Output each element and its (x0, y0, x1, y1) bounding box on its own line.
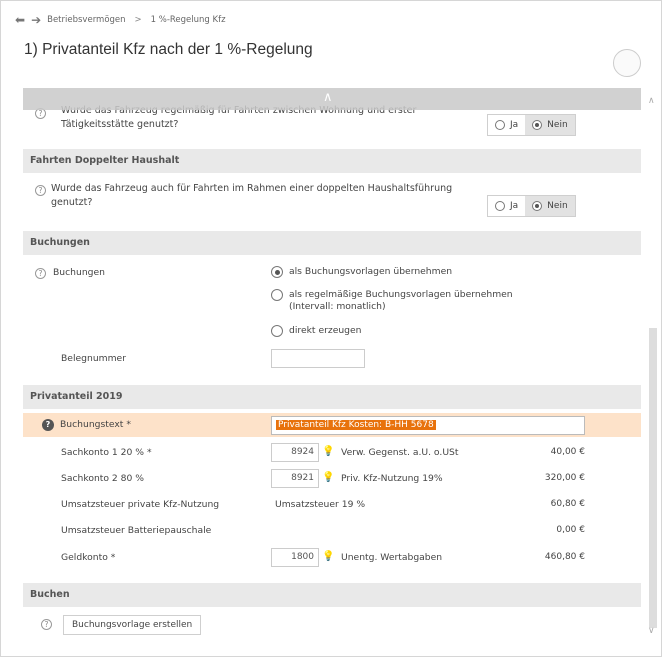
geldkonto-input[interactable]: 1800 (271, 548, 319, 567)
scroll-down-icon[interactable]: ∨ (648, 626, 655, 636)
ust-kfz-amount: 60,80 € (550, 499, 585, 509)
radio-label: Ja (510, 201, 519, 211)
radio-nein[interactable]: Nein (525, 115, 575, 135)
form-content: ? Wurde das Fahrzeug regelmäßig für Fahr… (23, 88, 641, 640)
breadcrumb-separator: > (134, 15, 142, 25)
sachkonto2-input[interactable]: 8921 (271, 469, 319, 488)
question-haushalt: Wurde das Fahrzeug auch für Fahrten im R… (51, 182, 452, 210)
sachkonto1-input[interactable]: 8924 (271, 443, 319, 462)
radio-circle-icon (495, 201, 505, 211)
help-icon[interactable]: ? (35, 185, 46, 196)
buchungsvorlage-erstellen-button[interactable]: Buchungsvorlage erstellen (63, 615, 202, 635)
geldkonto-amount: 460,80 € (544, 552, 585, 562)
radio-label: Ja (510, 120, 519, 130)
geldkonto-desc: Unentg. Wertabgaben (341, 552, 443, 563)
option-label: als Buchungsvorlagen übernehmen (289, 266, 453, 277)
radio-checked-icon (532, 120, 543, 130)
scrollbar-thumb[interactable] (649, 328, 657, 628)
breadcrumb-item-regelung: 1 %-Regelung Kfz (150, 15, 226, 25)
help-icon[interactable]: ? (41, 619, 52, 630)
radio-circle-icon (495, 120, 505, 130)
ust-batterie-label: Umsatzsteuer Batteriepauschale (61, 525, 212, 536)
sachkonto1-label: Sachkonto 1 20 % * (61, 447, 152, 458)
question-line: genutzt? (51, 197, 93, 208)
radio-label: Nein (547, 201, 568, 211)
question-line: Wurde das Fahrzeug auch für Fahrten im R… (51, 183, 453, 194)
section-header-haushalt: Fahrten Doppelter Haushalt (23, 149, 641, 173)
option-buchungsvorlagen[interactable]: als Buchungsvorlagen übernehmen (271, 266, 452, 278)
selected-text: Privatanteil Kfz Kosten: B-HH 5678 (276, 420, 436, 430)
breadcrumb-item-betriebsvermoegen[interactable]: Betriebsvermögen (47, 15, 125, 25)
sachkonto2-desc: Priv. Kfz-Nutzung 19% (341, 473, 443, 484)
radio-checked-icon (532, 201, 543, 211)
question-line: Tätigkeitsstätte genutzt? (61, 119, 179, 130)
back-arrow-icon[interactable]: ⬅ (15, 13, 25, 27)
breadcrumb: ⬅ ➔ Betriebsvermögen > 1 %-Regelung Kfz (15, 12, 226, 28)
section-header-buchungen: Buchungen (23, 231, 641, 255)
radio-group-haushalt: Ja Nein (487, 195, 576, 217)
scroll-up-icon[interactable]: ∧ (648, 96, 655, 106)
window-frame: ⬅ ➔ Betriebsvermögen > 1 %-Regelung Kfz … (0, 0, 662, 657)
ust-kfz-label: Umsatzsteuer private Kfz-Nutzung (61, 499, 220, 510)
collapse-bar[interactable]: ∧ (23, 88, 641, 110)
radio-circle-icon (271, 289, 283, 301)
radio-label: Nein (547, 120, 568, 130)
sachkonto2-amount: 320,00 € (544, 473, 585, 483)
belegnummer-label: Belegnummer (61, 353, 126, 364)
option-regelmaessige-buchungsvorlagen[interactable]: als regelmäßige Buchungsvorlagen überneh… (271, 289, 513, 313)
radio-nein[interactable]: Nein (525, 196, 575, 216)
geldkonto-label: Geldkonto * (61, 552, 116, 563)
radio-ja[interactable]: Ja (488, 115, 525, 135)
sachkonto2-label: Sachkonto 2 80 % (61, 473, 145, 484)
lookup-icon[interactable]: 💡 (322, 551, 334, 565)
help-icon[interactable]: ? (35, 268, 46, 279)
option-label: als regelmäßige Buchungsvorlagen überneh… (289, 289, 513, 300)
radio-checked-icon (271, 266, 283, 278)
buchungstext-label: Buchungstext * (60, 419, 131, 430)
buchungstext-input[interactable]: Privatanteil Kfz Kosten: B-HH 5678 (271, 416, 585, 435)
page-title: 1) Privatanteil Kfz nach der 1 %-Regelun… (24, 41, 313, 58)
ust-kfz-desc: Umsatzsteuer 19 % (275, 499, 366, 510)
sachkonto1-desc: Verw. Gegenst. a.U. o.USt (341, 447, 459, 458)
option-label: direkt erzeugen (289, 325, 362, 336)
radio-group-arbeitsstaette: Ja Nein (487, 114, 576, 136)
option-direkt-erzeugen[interactable]: direkt erzeugen (271, 325, 362, 337)
status-circle-button[interactable] (613, 49, 641, 77)
lookup-icon[interactable]: 💡 (322, 446, 334, 460)
buchungen-label: Buchungen (53, 267, 105, 278)
radio-ja[interactable]: Ja (488, 196, 525, 216)
option-sublabel: (Intervall: monatlich) (289, 301, 386, 312)
belegnummer-input[interactable] (271, 349, 365, 368)
section-header-privatanteil: Privatanteil 2019 (23, 385, 641, 409)
ust-batterie-amount: 0,00 € (556, 525, 585, 535)
scrollbar[interactable]: ∧ ∨ (646, 88, 658, 640)
info-icon[interactable]: ? (42, 419, 54, 431)
sachkonto1-amount: 40,00 € (550, 447, 585, 457)
section-header-buchen: Buchen (23, 583, 641, 607)
forward-arrow-icon[interactable]: ➔ (31, 13, 41, 27)
radio-circle-icon (271, 325, 283, 337)
chevron-up-icon: ∧ (323, 90, 333, 105)
lookup-icon[interactable]: 💡 (322, 472, 334, 486)
